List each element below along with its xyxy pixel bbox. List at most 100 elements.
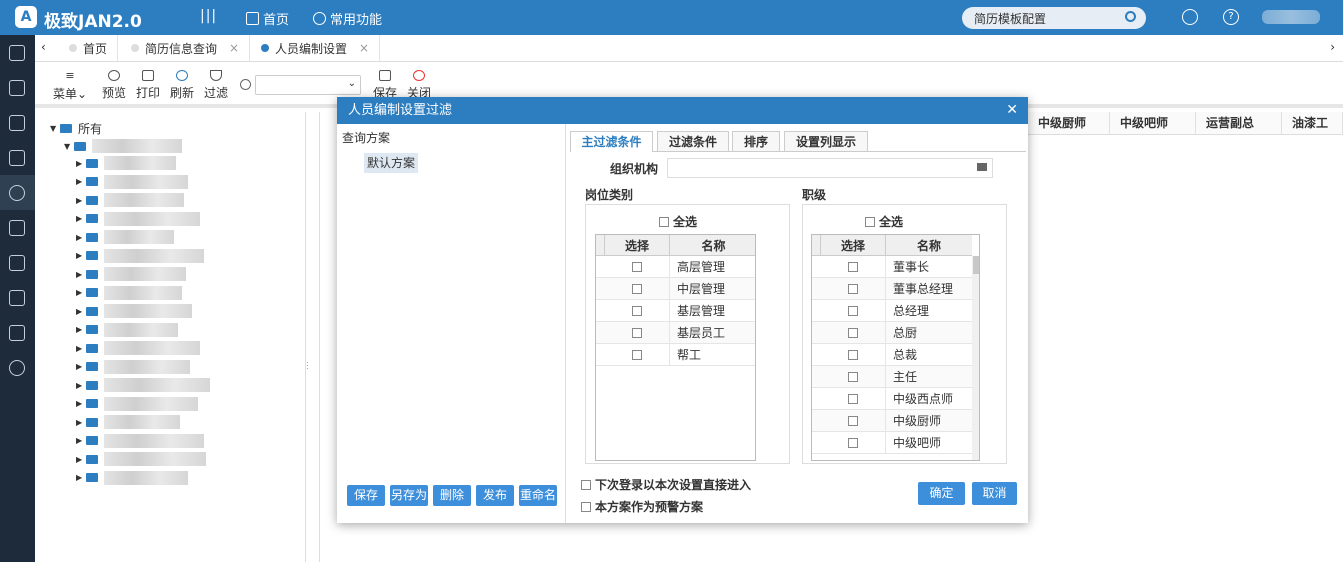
checkbox[interactable] [659,216,669,227]
building-icon[interactable] [9,115,25,131]
document-icon[interactable] [9,150,25,166]
tab-resume-query[interactable]: 简历信息查询 × [121,35,251,61]
refresh-button[interactable]: 刷新 [170,70,194,101]
tab-scroll-right-icon[interactable]: › [1330,40,1335,54]
expand-icon[interactable]: ▶ [76,159,86,168]
table-row[interactable]: 总厨 [812,322,972,344]
tree-node[interactable]: ▶ [76,191,184,209]
expand-icon[interactable]: ▶ [76,307,86,316]
table-row[interactable]: 总经理 [812,300,972,322]
tree-node[interactable]: ▶ [76,358,190,376]
expand-icon[interactable]: ▶ [76,251,86,260]
row-checkbox[interactable] [632,305,642,316]
tree-node[interactable]: ▼ [64,137,182,155]
scrollbar-thumb[interactable] [973,256,979,274]
expand-icon[interactable]: ▶ [76,270,86,279]
tree-node[interactable]: ▶ [76,450,206,468]
checklist-icon[interactable] [9,325,25,341]
grid-column-header[interactable]: 中级厨师 [1028,112,1110,135]
expand-icon[interactable]: ▶ [76,233,86,242]
tab-scroll-left-icon[interactable]: ‹ [41,40,46,54]
table-row[interactable]: 基层员工 [596,322,755,344]
table-row[interactable]: 中级厨师 [812,410,972,432]
table-row[interactable]: 高层管理 [596,256,755,278]
scrollbar[interactable] [972,256,979,460]
link-icon[interactable] [9,290,25,306]
user-icon[interactable] [9,185,25,201]
row-checkbox[interactable] [848,393,858,404]
table-row[interactable]: 总裁 [812,344,972,366]
row-checkbox[interactable] [632,261,642,272]
tree-node[interactable]: ▶ [76,376,210,394]
tree-node[interactable]: ▶ [76,321,178,339]
folder-icon[interactable] [977,163,987,171]
preview-button[interactable]: 预览 [102,70,126,101]
close-icon[interactable]: × [359,41,369,55]
tab-filter-conditions[interactable]: 过滤条件 [657,131,729,151]
scheme-rename-button[interactable]: 重命名 [519,485,557,506]
expand-icon[interactable]: ▼ [64,142,74,151]
expand-icon[interactable]: ▶ [76,288,86,297]
expand-icon[interactable]: ▶ [76,381,86,390]
expand-icon[interactable]: ▶ [76,455,86,464]
tree-node[interactable]: ▶ [76,210,200,228]
tree-node[interactable]: ▶ [76,265,186,283]
expand-icon[interactable]: ▶ [76,399,86,408]
tree-node[interactable]: ▶ [76,339,200,357]
scheme-publish-button[interactable]: 发布 [476,485,514,506]
row-checkbox[interactable] [632,327,642,338]
filter-button[interactable]: 过滤 [204,70,228,101]
expand-icon[interactable]: ▶ [76,325,86,334]
row-checkbox[interactable] [632,349,642,360]
edit-icon[interactable] [9,80,25,96]
menu-button[interactable]: ≡ 菜单⌄ [53,70,87,102]
print-button[interactable]: 打印 [136,70,160,101]
table-row[interactable]: 基层管理 [596,300,755,322]
org-input[interactable] [667,158,993,178]
tree-node[interactable]: ▶ [76,469,188,487]
search-input[interactable]: 简历模板配置 [962,7,1146,29]
table-row[interactable]: 董事长 [812,256,972,278]
tree-node[interactable]: ▶ [76,432,204,450]
rank-select-all[interactable]: 全选 [865,213,903,230]
tree-node[interactable]: ▶ [76,173,188,191]
table-row[interactable]: 主任 [812,366,972,388]
scheme-item-default[interactable]: 默认方案 [364,153,418,173]
tab-column-display[interactable]: 设置列显示 [784,131,868,151]
checkbox[interactable] [581,479,591,490]
download-icon[interactable] [9,220,25,236]
table-row[interactable]: 帮工 [596,344,755,366]
tab-staffing-settings[interactable]: 人员编制设置 × [251,35,381,61]
scheme-select[interactable]: ⌄ [255,75,361,95]
row-checkbox[interactable] [848,327,858,338]
table-row[interactable]: 董事总经理 [812,278,972,300]
tree-node[interactable]: ▶ [76,247,204,265]
post-select-all[interactable]: 全选 [659,213,697,230]
cancel-button[interactable]: 取消 [972,482,1017,505]
help-icon[interactable]: ? [1223,9,1239,25]
checkbox[interactable] [865,216,875,227]
expand-icon[interactable]: ▶ [76,362,86,371]
menu-toggle-button[interactable]: ||| [200,8,217,24]
money-icon[interactable] [9,255,25,271]
theme-icon[interactable] [1182,9,1198,25]
tree-node[interactable]: ▶ [76,302,192,320]
scheme-delete-button[interactable]: 删除 [433,485,471,506]
row-checkbox[interactable] [848,437,858,448]
remember-setting-option[interactable]: 下次登录以本次设置直接进入 [581,476,751,493]
tab-main-filter[interactable]: 主过滤条件 [570,131,653,152]
grid-column-header[interactable]: 中级吧师 [1110,112,1196,135]
nav-home[interactable]: 首页 [246,9,289,28]
scheme-save-as-button[interactable]: 另存为 [390,485,428,506]
row-checkbox[interactable] [848,305,858,316]
search-icon[interactable] [1125,11,1136,22]
table-row[interactable]: 中级吧师 [812,432,972,454]
tree-node[interactable]: ▶ [76,154,176,172]
tab-home[interactable]: 首页 [59,35,119,61]
expand-icon[interactable]: ▶ [76,344,86,353]
user-avatar[interactable] [1262,10,1320,24]
nav-common-functions[interactable]: 常用功能 [313,9,382,28]
tree-node[interactable]: ▶ [76,228,174,246]
row-checkbox[interactable] [848,261,858,272]
tree-node[interactable]: ▶ [76,395,198,413]
